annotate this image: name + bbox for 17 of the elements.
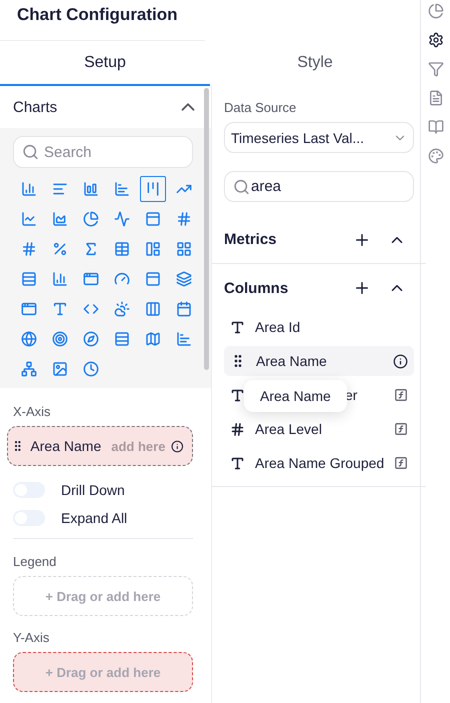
dragged-field: Area Name: [30, 438, 102, 454]
column-name: Area Name: [256, 353, 328, 369]
field-label: Data Source: [224, 100, 298, 115]
toggle-label: Expand All: [61, 510, 128, 526]
field-label: Y-Axis: [13, 630, 50, 645]
field-label: X-Axis: [13, 404, 52, 419]
section-title: Charts: [13, 98, 58, 116]
group-title: Metrics: [224, 231, 277, 248]
column-name: Area Name Grouped: [255, 455, 384, 471]
field-label: Legend: [13, 554, 58, 569]
column-name: Area Id: [255, 319, 302, 335]
panel-title: Chart Configuration: [17, 5, 178, 25]
column-name: Area Level: [255, 421, 323, 437]
group-title: Columns: [224, 280, 288, 296]
toggle-label: Drill Down: [61, 482, 125, 498]
drop-placeholder: add here: [111, 438, 166, 454]
tooltip: Area Name: [244, 380, 347, 412]
